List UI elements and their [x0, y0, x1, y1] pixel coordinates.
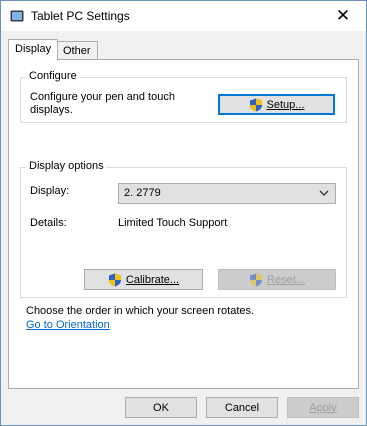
display-select[interactable]: 2. 2779 — [118, 183, 336, 204]
ok-button-label: OK — [153, 401, 169, 414]
window-title: Tablet PC Settings — [31, 9, 130, 23]
configure-group-legend: Configure — [26, 70, 80, 82]
chevron-down-icon — [319, 190, 329, 196]
configure-group: Configure Configure your pen and touch d… — [20, 70, 347, 123]
uac-shield-icon — [108, 273, 121, 286]
calibrate-button-label: Calibrate... — [125, 273, 180, 286]
tab-control: Display Other Configure Configure your p… — [1, 31, 366, 425]
close-icon: ✕ — [335, 6, 351, 25]
details-label: Details: — [30, 217, 67, 229]
configure-description: Configure your pen and touch displays. — [30, 91, 175, 116]
reset-button[interactable]: Reset... — [218, 269, 336, 290]
go-to-orientation-link[interactable]: Go to Orientation — [26, 319, 110, 331]
tablet-pc-app-icon — [10, 10, 24, 22]
tablet-pc-settings-window: Tablet PC Settings ✕ Display Other Confi… — [0, 0, 367, 426]
setup-button[interactable]: Setup... — [218, 94, 335, 115]
display-options-legend: Display options — [26, 160, 107, 172]
apply-button[interactable]: Apply — [287, 397, 359, 418]
setup-button-label: Setup... — [266, 98, 305, 111]
orientation-text: Choose the order in which your screen ro… — [26, 305, 255, 317]
details-value: Limited Touch Support — [118, 217, 228, 229]
display-options-group: Display options Display: 2. 2779 Details… — [20, 160, 347, 298]
uac-shield-icon — [250, 273, 263, 286]
display-tab-panel: Configure Configure your pen and touch d… — [8, 59, 359, 389]
display-select-value: 2. 2779 — [124, 187, 161, 199]
apply-button-label: Apply — [309, 401, 337, 414]
uac-shield-icon — [249, 98, 262, 111]
display-label: Display: — [30, 185, 70, 197]
cancel-button[interactable]: Cancel — [206, 397, 278, 418]
close-button[interactable]: ✕ — [320, 1, 366, 31]
title-bar: Tablet PC Settings ✕ — [1, 1, 366, 31]
calibrate-button[interactable]: Calibrate... — [84, 269, 203, 290]
cancel-button-label: Cancel — [224, 401, 260, 414]
tab-other[interactable]: Other — [56, 41, 98, 61]
ok-button[interactable]: OK — [125, 397, 197, 418]
reset-button-label: Reset... — [267, 273, 305, 286]
tab-display[interactable]: Display — [8, 39, 59, 61]
